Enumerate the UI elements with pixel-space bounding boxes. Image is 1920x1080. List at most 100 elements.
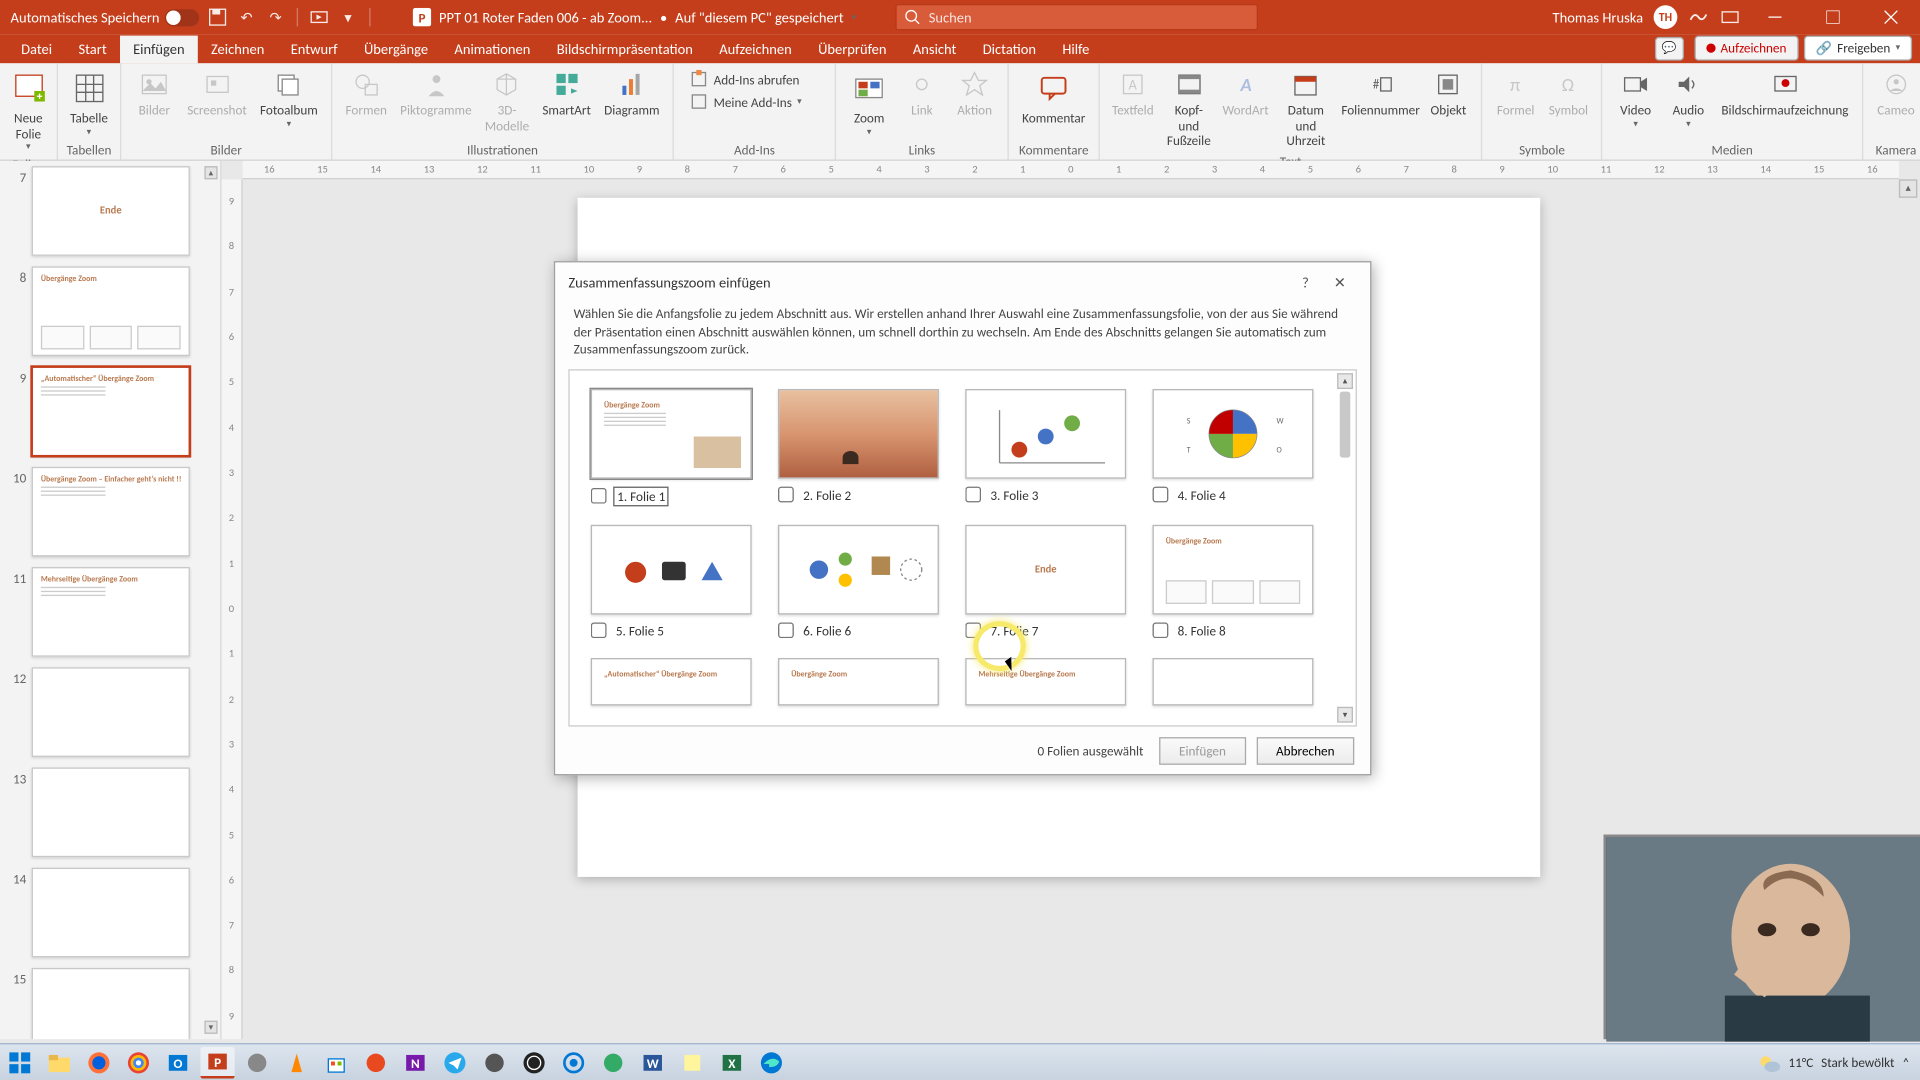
ribbon-tab-bildschirmpräsentation[interactable]: Bildschirmpräsentation bbox=[544, 36, 707, 64]
undo-icon[interactable]: ↶ bbox=[236, 7, 257, 28]
dialog-slide-checkbox-5[interactable]: 5. Folie 5 bbox=[591, 622, 752, 639]
obs-icon[interactable] bbox=[517, 1046, 551, 1078]
redo-icon[interactable]: ↷ bbox=[265, 7, 286, 28]
scroll-up-icon[interactable]: ▴ bbox=[204, 166, 217, 179]
dialog-slide-checkbox-1[interactable]: 1. Folie 1 bbox=[591, 486, 752, 506]
table-button[interactable]: Tabelle▾ bbox=[64, 66, 114, 139]
windows-taskbar[interactable]: O P N W X 11°C Stark bewölkt ˄ bbox=[0, 1043, 1920, 1080]
dialog-slide-checkbox-6[interactable]: 6. Folie 6 bbox=[778, 622, 939, 639]
slide-thumbnail-11[interactable]: 11Mehrseitige Übergänge Zoom bbox=[8, 567, 220, 657]
comment-button[interactable]: Kommentar bbox=[1017, 66, 1091, 129]
scroll-down-icon[interactable]: ▾ bbox=[204, 1021, 217, 1034]
coming-soon-icon[interactable] bbox=[1688, 7, 1709, 28]
outlook-icon[interactable]: O bbox=[161, 1046, 195, 1078]
slide-thumbnails-panel[interactable]: 7Ende 8Übergänge Zoom 9„Automatischer“ Übe… bbox=[0, 161, 222, 1039]
scroll-down-icon[interactable]: ▾ bbox=[1337, 707, 1353, 723]
scrollbar-thumb[interactable] bbox=[1340, 391, 1351, 457]
chart-button[interactable]: Diagramm bbox=[599, 66, 665, 121]
word-icon[interactable]: W bbox=[636, 1046, 670, 1078]
dialog-slide-item-7[interactable]: Ende7. Folie 7 bbox=[965, 524, 1126, 639]
comments-pane-button[interactable]: 💬 bbox=[1655, 36, 1684, 60]
search-box[interactable] bbox=[896, 4, 1259, 30]
vlc-icon[interactable] bbox=[280, 1046, 314, 1078]
ribbon-tab-zeichnen[interactable]: Zeichnen bbox=[198, 36, 278, 64]
scroll-up-icon[interactable]: ▴ bbox=[1899, 179, 1917, 197]
search-input[interactable] bbox=[929, 9, 1249, 26]
app-icon[interactable] bbox=[240, 1046, 274, 1078]
scroll-up-icon[interactable]: ▴ bbox=[1337, 373, 1353, 389]
slide-thumbnail-13[interactable]: 13 bbox=[8, 767, 220, 857]
app-icon-3[interactable] bbox=[596, 1046, 630, 1078]
dialog-slide-item-10[interactable]: Übergänge Zoom bbox=[778, 657, 939, 712]
toggle-switch-icon[interactable] bbox=[165, 9, 199, 26]
ribbon-options-icon[interactable] bbox=[1720, 7, 1741, 28]
tray-chevron-icon[interactable]: ˄ bbox=[1902, 1054, 1909, 1071]
record-icon[interactable] bbox=[556, 1046, 590, 1078]
thumbnails-scrollbar[interactable]: ▴ ▾ bbox=[204, 166, 217, 1034]
chevron-down-icon[interactable]: ▾ bbox=[852, 10, 857, 22]
minimize-button[interactable] bbox=[1751, 0, 1798, 34]
powerpoint-icon[interactable]: P bbox=[200, 1046, 234, 1078]
store-icon[interactable] bbox=[319, 1046, 353, 1078]
onenote-icon[interactable]: N bbox=[398, 1046, 432, 1078]
todo-icon[interactable] bbox=[359, 1046, 393, 1078]
ribbon-tab-ansicht[interactable]: Ansicht bbox=[900, 36, 970, 64]
dialog-close-button[interactable]: ✕ bbox=[1323, 266, 1357, 298]
edge-icon[interactable] bbox=[754, 1046, 788, 1078]
app-icon-2[interactable] bbox=[477, 1046, 511, 1078]
ribbon-tab-entwurf[interactable]: Entwurf bbox=[278, 36, 351, 64]
start-button[interactable] bbox=[0, 1044, 40, 1080]
file-explorer-icon[interactable] bbox=[42, 1046, 76, 1078]
ribbon-tab-einfügen[interactable]: Einfügen bbox=[120, 36, 198, 64]
photoalbum-button[interactable]: Fotoalbum▾ bbox=[255, 66, 323, 131]
cancel-button[interactable]: Abbrechen bbox=[1256, 736, 1354, 764]
start-from-beginning-icon[interactable] bbox=[309, 7, 330, 28]
ribbon-tab-übergänge[interactable]: Übergänge bbox=[351, 36, 441, 64]
dialog-slide-item-3[interactable]: 3. Folie 3 bbox=[965, 388, 1126, 505]
screen-recording-button[interactable]: Bildschirmaufzeichnung bbox=[1716, 66, 1854, 121]
dialog-slide-item-11[interactable]: Mehrseitige Übergänge Zoom bbox=[965, 657, 1126, 712]
slide-thumbnail-12[interactable]: 12 bbox=[8, 667, 220, 757]
help-button[interactable]: ? bbox=[1288, 266, 1322, 298]
record-button[interactable]: Aufzeichnen bbox=[1694, 36, 1798, 61]
excel-icon[interactable]: X bbox=[715, 1046, 749, 1078]
dialog-slide-item-5[interactable]: 5. Folie 5 bbox=[591, 524, 752, 639]
object-button[interactable]: Objekt bbox=[1423, 66, 1473, 121]
dialog-slide-item-6[interactable]: 6. Folie 6 bbox=[778, 524, 939, 639]
video-button[interactable]: Video▾ bbox=[1611, 66, 1661, 131]
ribbon-tab-dictation[interactable]: Dictation bbox=[970, 36, 1050, 64]
ribbon-tab-datei[interactable]: Datei bbox=[8, 36, 65, 64]
new-slide-button[interactable]: Neue Folie▾ bbox=[3, 66, 53, 154]
dialog-slide-checkbox-2[interactable]: 2. Folie 2 bbox=[778, 486, 939, 503]
ribbon-tab-animationen[interactable]: Animationen bbox=[441, 36, 543, 64]
dialog-slide-item-1[interactable]: Übergänge Zoom1. Folie 1 bbox=[591, 388, 752, 505]
dialog-slide-checkbox-3[interactable]: 3. Folie 3 bbox=[965, 486, 1126, 503]
dialog-slide-item-4[interactable]: SWOT4. Folie 4 bbox=[1153, 388, 1314, 505]
dialog-slide-item-8[interactable]: Übergänge Zoom8. Folie 8 bbox=[1153, 524, 1314, 639]
dialog-slide-item-2[interactable]: 2. Folie 2 bbox=[778, 388, 939, 505]
save-icon[interactable] bbox=[207, 7, 228, 28]
date-time-button[interactable]: Datum und Uhrzeit bbox=[1274, 66, 1338, 151]
dialog-slide-item-12[interactable] bbox=[1153, 657, 1314, 712]
maximize-button[interactable] bbox=[1809, 0, 1856, 34]
slide-thumbnail-7[interactable]: 7Ende bbox=[8, 166, 220, 256]
slide-thumbnail-9[interactable]: 9„Automatischer“ Übergänge Zoom bbox=[8, 367, 220, 457]
dialog-scrollbar[interactable]: ▴ ▾ bbox=[1337, 373, 1353, 723]
weather-temp[interactable]: 11°C bbox=[1788, 1054, 1813, 1071]
audio-button[interactable]: Audio▾ bbox=[1663, 66, 1713, 131]
zoom-button[interactable]: Zoom▾ bbox=[844, 66, 894, 139]
slide-thumbnail-15[interactable]: 15 bbox=[8, 968, 220, 1039]
firefox-icon[interactable] bbox=[82, 1046, 116, 1078]
autosave-toggle[interactable]: Automatisches Speichern bbox=[11, 9, 200, 26]
notes-icon[interactable] bbox=[675, 1046, 709, 1078]
telegram-icon[interactable] bbox=[438, 1046, 472, 1078]
user-avatar[interactable]: TH bbox=[1654, 5, 1678, 29]
slide-thumbnail-8[interactable]: 8Übergänge Zoom bbox=[8, 266, 220, 356]
slide-thumbnail-14[interactable]: 14 bbox=[8, 868, 220, 958]
chevron-down-icon[interactable]: ▾ bbox=[338, 7, 359, 28]
dialog-slide-item-9[interactable]: „Automatischer“ Übergänge Zoom bbox=[591, 657, 752, 712]
document-title[interactable]: P PPT 01 Roter Faden 006 - ab Zoom... • … bbox=[413, 8, 856, 26]
ribbon-tab-start[interactable]: Start bbox=[65, 36, 120, 64]
ribbon-tab-überprüfen[interactable]: Überprüfen bbox=[805, 36, 900, 64]
dialog-slide-checkbox-8[interactable]: 8. Folie 8 bbox=[1153, 622, 1314, 639]
